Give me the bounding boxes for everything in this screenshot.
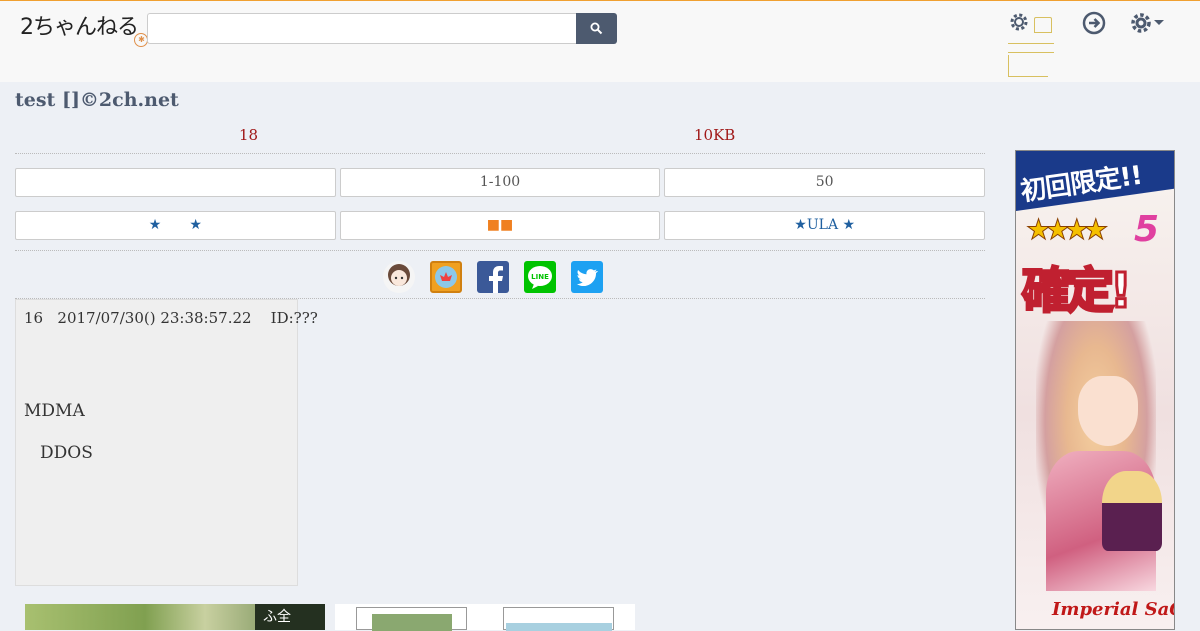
search-button[interactable] [576,13,617,44]
nav-row-1: 1-100 50 [15,168,986,197]
thumbnail-food[interactable]: ふ全 [25,604,325,630]
nav-ula-button[interactable]: ★ULA ★ [664,211,986,240]
thread-size: 10KB [694,126,736,144]
search-input[interactable] [147,13,577,44]
post-body-line: DDOS [40,443,93,463]
thumbnail-image[interactable] [356,607,467,631]
social-share-bar: LINE [15,259,985,299]
search-icon [590,22,603,35]
post-number[interactable]: 16 [24,309,43,327]
bookmark-app-icon[interactable] [430,261,462,293]
ad-banner[interactable]: 初回限定!! ★★★★ 5 確定! Imperial SaGa [1015,150,1175,630]
svg-text:LINE: LINE [531,273,549,281]
twitter-icon[interactable] [571,261,603,293]
post: 16 2017/07/30() 23:38:57.22 ID:??? MDMA … [15,299,318,586]
post-date: 2017/07/30() 23:38:57.22 [57,309,252,327]
thread-stats: 18 10KB [15,124,985,154]
nav-latest-button[interactable]: 50 [664,168,986,197]
nav-all-button[interactable] [15,168,336,197]
ad-brand-logo: Imperial SaGa [1052,599,1174,620]
avatar-app-icon[interactable] [383,261,415,293]
login-icon[interactable] [1082,11,1106,35]
logo-text: 2ちゃんねる [20,15,139,40]
ad-rating-number: 5 [1134,209,1160,250]
nav-row-2: ★ ★ ■■ ★ULA ★ [15,211,986,251]
top-bar: 2ちゃんねる ✱ [0,0,1200,82]
reply-count: 18 [239,126,259,144]
post-meta: 16 2017/07/30() 23:38:57.22 ID:??? [24,309,318,327]
thumbnail-image[interactable] [503,607,614,631]
nav-premium-button[interactable]: ★ ★ [15,211,336,240]
menu-item[interactable] [1008,55,1048,77]
facebook-icon[interactable] [477,261,509,293]
post-id[interactable]: ID:??? [271,309,318,327]
thread-title: test []©2ch.net [15,89,179,111]
menu-item[interactable] [1034,17,1052,33]
site-logo[interactable]: 2ちゃんねる ✱ [20,9,148,47]
line-icon[interactable]: LINE [524,261,556,293]
nav-range-button[interactable]: 1-100 [339,168,661,197]
thumbnail-tag: ふ全 [255,604,325,630]
gear-icon[interactable] [1008,11,1030,33]
nav-orange-button[interactable]: ■■ [339,211,661,240]
ad-character-face [1078,376,1138,446]
logo-mark-icon: ✱ [134,33,148,47]
related-thumbnails: ふ全 [25,604,635,631]
menu-item[interactable] [1008,43,1054,53]
post-body-line: MDMA [24,401,85,421]
ad-main-text: 確定! [1021,262,1134,321]
ad-stars: ★★★★ [1025,213,1108,247]
ad-chibi-character [1102,471,1162,551]
settings-dropdown-icon[interactable] [1130,11,1166,35]
